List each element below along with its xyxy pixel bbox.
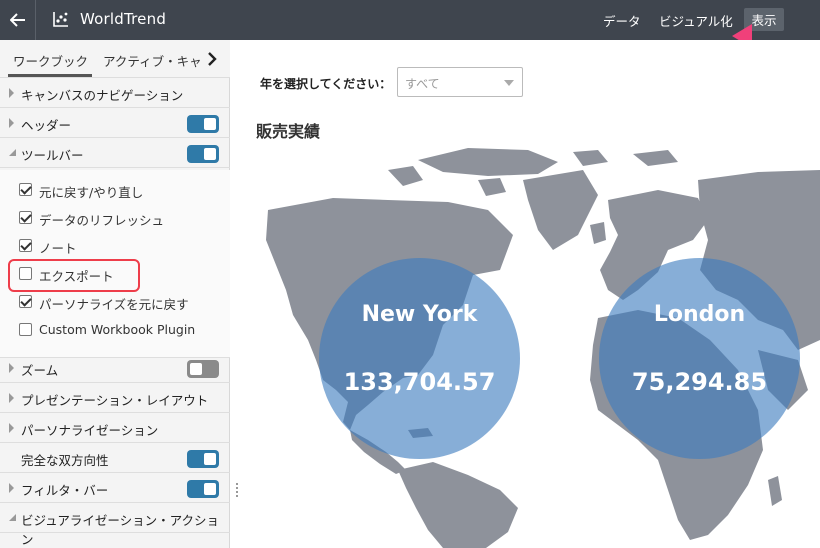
caret-right-icon	[9, 393, 14, 403]
row-zoom[interactable]: ズーム	[0, 353, 230, 383]
panel-tabs: ワークブック アクティブ・キャ	[0, 40, 230, 78]
bubble-value-label: 133,704.57	[343, 368, 496, 396]
option-notes[interactable]: ノート	[0, 232, 230, 260]
option-reset-personalization[interactable]: パーソナライズを元に戻す	[0, 288, 230, 316]
row-bidirectional[interactable]: 完全な双方向性	[0, 443, 230, 473]
caret-right-icon	[9, 118, 14, 128]
year-filter-label: 年を選択してください：	[260, 77, 392, 91]
header-toggle[interactable]	[187, 115, 219, 133]
bubble-city-label: New York	[361, 302, 478, 327]
row-filter-bar-label: フィルタ・バー	[21, 483, 109, 498]
row-personalization-label: パーソナライゼーション	[21, 423, 159, 438]
zoom-toggle[interactable]	[187, 360, 219, 378]
tab-workbook[interactable]: ワークブック	[13, 51, 88, 70]
bubble-city-label: London	[653, 302, 746, 327]
back-arrow-icon	[9, 13, 25, 27]
nav-data[interactable]: データ	[603, 11, 641, 30]
toolbar-toggle[interactable]	[187, 145, 219, 163]
row-toolbar[interactable]: ツールバー	[0, 138, 230, 168]
checkbox[interactable]	[19, 295, 32, 308]
row-filter-bar[interactable]: フィルタ・バー	[0, 473, 230, 503]
checkbox[interactable]	[19, 211, 32, 224]
caret-right-icon	[9, 483, 14, 493]
caret-right-icon	[9, 423, 14, 433]
row-viz-action[interactable]: ビジュアライゼーション・アクション	[0, 503, 230, 547]
bubble-london[interactable]: London 75,294.85	[599, 258, 800, 459]
chevron-down-icon	[504, 80, 514, 86]
bubble-new-york[interactable]: New York 133,704.57	[319, 258, 520, 459]
row-canvas-nav[interactable]: キャンバスのナビゲーション	[0, 78, 230, 108]
viz-title: 販売実績	[256, 122, 321, 141]
row-header-label: ヘッダー	[21, 118, 72, 133]
checkbox[interactable]	[19, 323, 32, 336]
caret-down-icon	[9, 149, 16, 156]
tab-active-canvas[interactable]: アクティブ・キャ	[103, 51, 202, 70]
row-presentation-layout[interactable]: プレゼンテーション・レイアウト	[0, 383, 230, 413]
option-custom-plugin[interactable]: Custom Workbook Plugin	[0, 316, 230, 344]
row-personalization[interactable]: パーソナライゼーション	[0, 413, 230, 443]
option-label: Custom Workbook Plugin	[39, 322, 196, 337]
option-label: パーソナライズを元に戻す	[39, 297, 189, 312]
option-undo-redo[interactable]: 元に戻す/やり直し	[0, 176, 230, 204]
app-title: WorldTrend	[80, 10, 167, 28]
workbook-chart-icon	[53, 12, 68, 27]
row-presentation-label: プレゼンテーション・レイアウト	[21, 393, 209, 408]
tab-underline	[8, 74, 92, 77]
option-refresh-data[interactable]: データのリフレッシュ	[0, 204, 230, 232]
option-label: ノート	[39, 241, 77, 256]
checkbox[interactable]	[19, 183, 32, 196]
option-label: データのリフレッシュ	[39, 213, 165, 228]
row-viz-action-label: ビジュアライゼーション・アクション	[21, 513, 220, 547]
caret-down-icon	[9, 514, 16, 521]
checkbox[interactable]	[19, 239, 32, 252]
row-zoom-label: ズーム	[21, 363, 59, 378]
caret-right-icon	[9, 363, 14, 373]
row-canvas-nav-label: キャンバスのナビゲーション	[21, 88, 184, 103]
back-button[interactable]	[0, 0, 36, 40]
row-header[interactable]: ヘッダー	[0, 108, 230, 138]
chevron-right-icon[interactable]	[206, 51, 218, 67]
bidirectional-toggle[interactable]	[187, 450, 219, 468]
year-filter-select[interactable]: すべて	[397, 67, 523, 97]
top-bar: WorldTrend データ ビジュアル化 表示	[0, 0, 820, 40]
row-bidirectional-label: 完全な双方向性	[21, 453, 109, 468]
properties-panel: ワークブック アクティブ・キャ キャンバスのナビゲーション ヘッダー ツールバー…	[0, 40, 230, 548]
export-highlight-box	[8, 259, 140, 292]
year-filter-value: すべて	[405, 77, 440, 91]
option-label: 元に戻す/やり直し	[39, 185, 144, 200]
row-toolbar-label: ツールバー	[21, 148, 84, 163]
filter-bar-toggle[interactable]	[187, 480, 219, 498]
bubble-value-label: 75,294.85	[631, 368, 768, 396]
canvas: 年を選択してください： すべて 販売実績 New York 133,704.57…	[238, 40, 820, 548]
caret-right-icon	[9, 88, 14, 98]
